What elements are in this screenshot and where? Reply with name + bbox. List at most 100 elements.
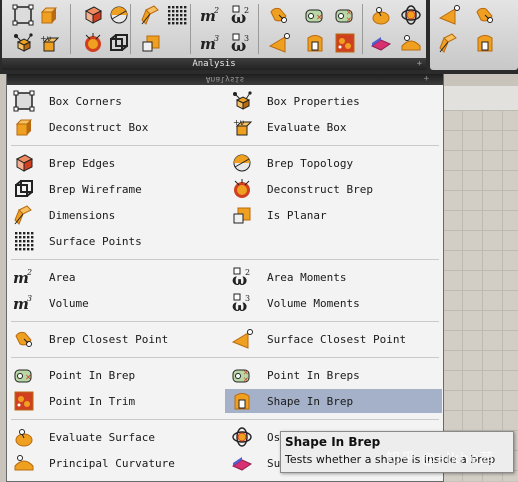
deconstruct-box-icon (13, 116, 35, 138)
analysis-panel: m 2 ω 2 ✕ ✕ ✕ +ν m 3 ω 3 Analysis + (2, 0, 426, 70)
menu-item-volume[interactable]: m 3 Volume (7, 291, 223, 315)
ribbon-brep-topology-icon[interactable] (108, 4, 130, 26)
svg-text:3: 3 (27, 294, 32, 303)
surface-curvature-icon (231, 452, 253, 474)
ribbon-right-brep-closest-point-icon[interactable] (474, 4, 496, 26)
menu-item-evaluate-surface[interactable]: Evaluate Surface (7, 425, 223, 449)
ribbon-separator (362, 4, 363, 54)
svg-text:+ν: +ν (40, 34, 52, 43)
watermark: 知乎 @alkhe茜 (386, 451, 495, 467)
menu-item-label: Box Properties (267, 94, 360, 108)
menu-item-box-corners[interactable]: Box Corners (7, 89, 223, 113)
ribbon-shape-in-brep-icon[interactable] (304, 32, 326, 54)
shape-in-brep-icon (231, 390, 253, 412)
ribbon-separator (190, 4, 191, 54)
menu-item-label: Shape In Brep (267, 394, 354, 408)
menu-item-shape-in-brep[interactable]: Shape In Brep (225, 389, 442, 413)
menu-item-label: Volume (49, 296, 89, 310)
svg-text:2: 2 (244, 6, 249, 15)
canvas[interactable] (442, 110, 518, 481)
menu-item-brep-closest-point[interactable]: Brep Closest Point (7, 327, 223, 351)
menu-item-surface-closest-point[interactable]: Surface Closest Point (225, 327, 442, 351)
svg-text:3: 3 (214, 34, 219, 43)
menu-item-label: Area Moments (267, 270, 347, 284)
analysis-panel-footer[interactable]: Analysis + (2, 58, 426, 70)
panel-title: Analysis (192, 59, 236, 69)
ribbon-right-surface-closest-point-icon[interactable] (438, 4, 460, 26)
dropdown-header-label: Analysis (205, 75, 245, 84)
ribbon-surface-points-icon[interactable] (166, 4, 188, 26)
menu-item-dimensions[interactable]: Dimensions (7, 203, 223, 227)
menu-item-label: Box Corners (49, 94, 122, 108)
ribbon-volume-moments-icon[interactable]: ω3 (230, 32, 252, 55)
menu-item-box-properties[interactable]: Box Properties (225, 89, 442, 113)
menu-item-deconstruct-box[interactable]: Deconstruct Box (7, 115, 223, 139)
ribbon-evaluate-surface-icon[interactable] (370, 4, 392, 26)
ribbon-surface-closest-point-icon[interactable] (268, 32, 290, 54)
tooltip-title: Shape In Brep (285, 435, 381, 449)
ribbon-box-properties-icon[interactable] (12, 32, 34, 54)
menu-divider (11, 145, 439, 146)
menu-item-label: Su (267, 456, 281, 470)
menu-item-evaluate-box[interactable]: +ν Evaluate Box (225, 115, 442, 139)
dropdown-pin-icon[interactable]: + (424, 74, 429, 85)
point-in-brep-icon: ✕ (13, 364, 35, 386)
menu-item-area[interactable]: m 2 Area (7, 265, 223, 289)
pin-icon[interactable]: + (417, 58, 422, 70)
ribbon-evaluate-box-icon[interactable]: +ν (38, 32, 60, 54)
ribbon-deconstruct-box-icon[interactable] (38, 4, 60, 26)
menu-item-volume-moments[interactable]: ω 3 Volume Moments (225, 291, 442, 315)
ribbon-is-planar-icon[interactable] (140, 32, 162, 54)
menu-item-label: Point In Brep (49, 368, 136, 382)
menu-item-surface-points[interactable]: Surface Points (7, 229, 223, 253)
menu-divider (11, 419, 439, 420)
evaluate-box-icon: +ν (231, 116, 253, 138)
ribbon-point-in-trim-icon[interactable] (334, 32, 356, 54)
ribbon-volume-icon[interactable]: m3 (200, 32, 222, 54)
osculating-circles-icon (231, 426, 253, 448)
ribbon-brep-closest-point-icon[interactable] (268, 4, 290, 26)
brep-closest-point-icon (13, 328, 35, 350)
menu-item-point-in-trim[interactable]: Point In Trim (7, 389, 223, 413)
volume-icon: m3 (13, 292, 35, 314)
menu-item-label: Point In Breps (267, 368, 360, 382)
area-icon: m2 (13, 266, 35, 288)
menu-item-point-in-breps[interactable]: ✕ ✕ Point In Breps (225, 363, 442, 387)
menu-item-label: Brep Wireframe (49, 182, 142, 196)
ribbon-box-corners-icon[interactable] (12, 4, 34, 26)
ribbon-dimensions-icon[interactable] (140, 4, 162, 26)
ribbon-right-dimensions-icon[interactable] (438, 32, 460, 54)
surface-points-icon (13, 230, 35, 252)
ribbon-area-moments-icon[interactable]: ω2 (230, 4, 252, 27)
surface-closest-point-icon (231, 328, 253, 350)
ribbon-surface-curvature-icon[interactable] (370, 32, 392, 54)
ribbon-principal-curvature-icon[interactable] (400, 32, 422, 54)
menu-item-principal-curvature[interactable]: Principal Curvature (7, 451, 223, 475)
menu-item-is-planar[interactable]: Is Planar (225, 203, 442, 227)
menu-item-label: Brep Closest Point (49, 332, 169, 346)
ribbon-point-in-breps-icon[interactable]: ✕ ✕ (334, 4, 356, 26)
ribbon-point-in-brep-icon[interactable]: ✕ (304, 4, 326, 26)
ribbon-separator (258, 4, 259, 54)
box-corners-icon (13, 90, 35, 112)
menu-item-brep-topology[interactable]: Brep Topology (225, 151, 442, 175)
menu-item-brep-edges[interactable]: Brep Edges (7, 151, 223, 175)
menu-item-area-moments[interactable]: ω 2 Area Moments (225, 265, 442, 289)
svg-text:✕: ✕ (346, 16, 352, 24)
menu-item-label: Is Planar (267, 208, 327, 222)
svg-text:+ν: +ν (233, 118, 245, 127)
menu-item-label: Principal Curvature (49, 456, 175, 470)
ribbon-deconstruct-brep-icon[interactable] (82, 32, 104, 54)
menu-item-point-in-brep[interactable]: ✕ Point In Brep (7, 363, 223, 387)
menu-item-brep-wireframe[interactable]: Brep Wireframe (7, 177, 223, 201)
menu-item-deconstruct-brep[interactable]: Deconstruct Brep (225, 177, 442, 201)
brep-topology-icon (231, 152, 253, 174)
area-moments-icon: ω2 (231, 266, 253, 289)
ribbon-brep-wireframe-icon[interactable] (108, 32, 130, 54)
ribbon-area-icon[interactable]: m2 (200, 4, 222, 26)
dimensions-icon (13, 204, 35, 226)
ribbon-osculating-circles-icon[interactable] (400, 4, 422, 26)
ribbon-right-shape-in-brep-icon[interactable] (474, 32, 496, 54)
menu-item-label: Evaluate Surface (49, 430, 155, 444)
ribbon-brep-edges-icon[interactable] (82, 4, 104, 26)
